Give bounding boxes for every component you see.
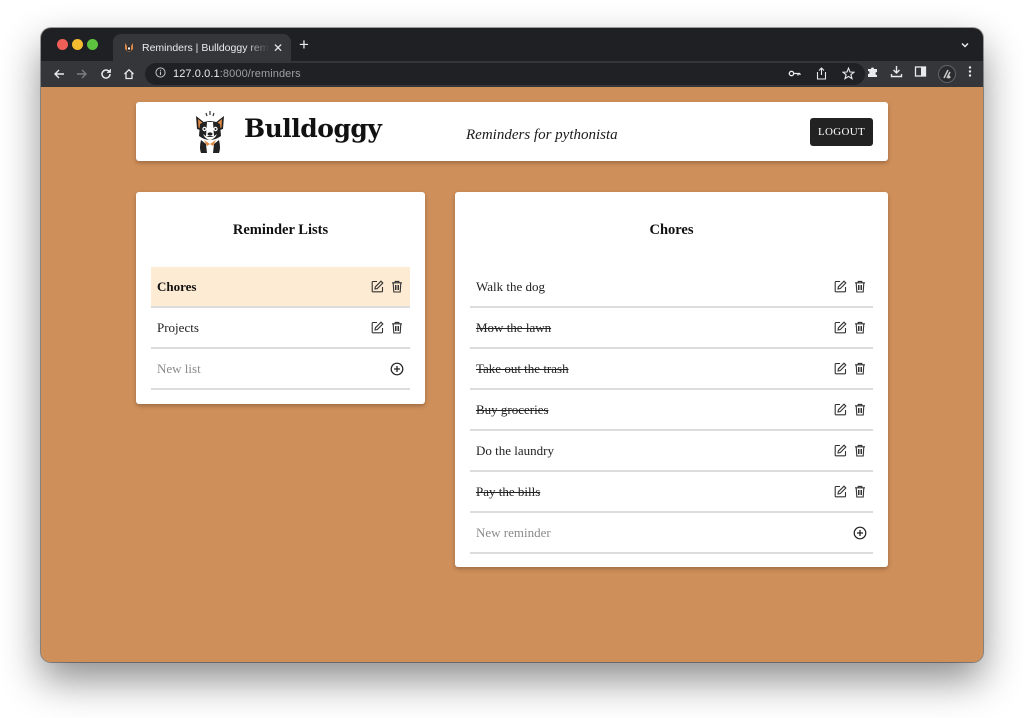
reminder-item[interactable]: Take out the trash [470,349,873,390]
edit-icon[interactable] [833,444,847,458]
reminder-item[interactable]: Do the laundry [470,431,873,472]
reminder-lists-panel: Reminder Lists Chores Projects New list [136,192,425,404]
trash-icon[interactable] [853,280,867,294]
reminder-label[interactable]: Mow the lawn [476,320,833,336]
browser-tab-active[interactable]: Reminders | Bulldoggy reminders ✕ [113,34,291,61]
trash-icon[interactable] [853,362,867,376]
bulldog-favicon-icon [123,42,135,54]
panel-title: Chores [649,222,694,238]
add-circle-icon[interactable] [853,526,867,540]
tab-strip: Reminders | Bulldoggy reminders ✕ + [41,28,983,61]
edit-icon[interactable] [370,321,384,335]
edit-icon[interactable] [833,403,847,417]
trash-icon[interactable] [853,485,867,499]
chevron-down-icon[interactable] [959,38,971,50]
brand-name: Bulldoggy [244,114,382,143]
logout-button[interactable]: LOGOUT [809,118,873,146]
url-text[interactable]: 127.0.0.1:8000/reminders [173,68,301,80]
list-item-label: Chores [157,278,197,294]
new-tab-button[interactable]: + [299,36,309,53]
trash-icon[interactable] [853,321,867,335]
minimize-window-button[interactable] [72,39,83,50]
reminder-lists: Chores Projects New list [151,267,410,390]
key-icon[interactable] [788,67,801,85]
reload-icon[interactable] [98,66,114,82]
reminder-item[interactable]: Walk the dog [470,267,873,308]
trash-icon[interactable] [853,403,867,417]
arrow-right-icon[interactable] [74,66,90,82]
kebab-menu-icon[interactable] [967,65,973,83]
edit-icon[interactable] [833,321,847,335]
url-host: 127.0.0.1 [173,68,220,80]
edit-icon[interactable] [833,280,847,294]
reminders-panel: Chores Walk the dog Mow the lawn Take ou… [455,192,888,567]
reminder-label[interactable]: Walk the dog [476,279,833,295]
reminder-item[interactable]: Mow the lawn [470,308,873,349]
trash-icon[interactable] [853,444,867,458]
maximize-window-button[interactable] [87,39,98,50]
list-item-label: Projects [157,319,199,335]
list-item-projects[interactable]: Projects [151,308,410,349]
panel-title: Reminder Lists [232,222,329,238]
app-header: Bulldoggy Reminders for pythonista LOGOU… [136,102,888,161]
download-icon[interactable] [890,65,903,83]
add-circle-icon[interactable] [390,362,404,376]
star-icon[interactable] [841,66,856,85]
reminder-label[interactable]: Buy groceries [476,402,833,418]
profile-avatar[interactable] [938,65,956,83]
browser-toolbar: 127.0.0.1:8000/reminders [41,61,983,87]
tagline: Reminders for pythonista [466,127,618,143]
side-panel-icon[interactable] [914,65,927,83]
bulldog-logo-icon [193,110,227,154]
reminder-label[interactable]: Do the laundry [476,443,833,459]
tab-title: Reminders | Bulldoggy reminders [142,41,269,54]
reminder-label[interactable]: Take out the trash [476,361,833,377]
edit-icon[interactable] [833,362,847,376]
edit-icon[interactable] [370,280,384,294]
trash-icon[interactable] [390,321,404,335]
url-path: :8000/reminders [219,68,301,80]
reminders-list: Walk the dog Mow the lawn Take out the t… [470,267,873,554]
new-reminder-input[interactable]: New reminder [476,525,853,541]
arrow-left-icon[interactable] [51,66,67,82]
edit-icon[interactable] [833,485,847,499]
page-content: Bulldoggy Reminders for pythonista LOGOU… [41,87,983,662]
new-list-row[interactable]: New list [151,349,410,390]
share-icon[interactable] [815,67,828,85]
home-icon[interactable] [121,66,137,82]
browser-window: Reminders | Bulldoggy reminders ✕ + 127.… [41,28,983,662]
tab-close-icon[interactable]: ✕ [273,41,283,55]
trash-icon[interactable] [390,280,404,294]
info-icon[interactable] [155,65,166,83]
puzzle-icon[interactable] [866,65,879,83]
reminder-item[interactable]: Pay the bills [470,472,873,513]
reminder-label[interactable]: Pay the bills [476,484,833,500]
new-list-input[interactable]: New list [157,361,390,377]
reminder-item[interactable]: Buy groceries [470,390,873,431]
address-bar[interactable]: 127.0.0.1:8000/reminders [145,63,865,85]
list-item-chores[interactable]: Chores [151,267,410,308]
new-reminder-row[interactable]: New reminder [470,513,873,554]
close-window-button[interactable] [57,39,68,50]
